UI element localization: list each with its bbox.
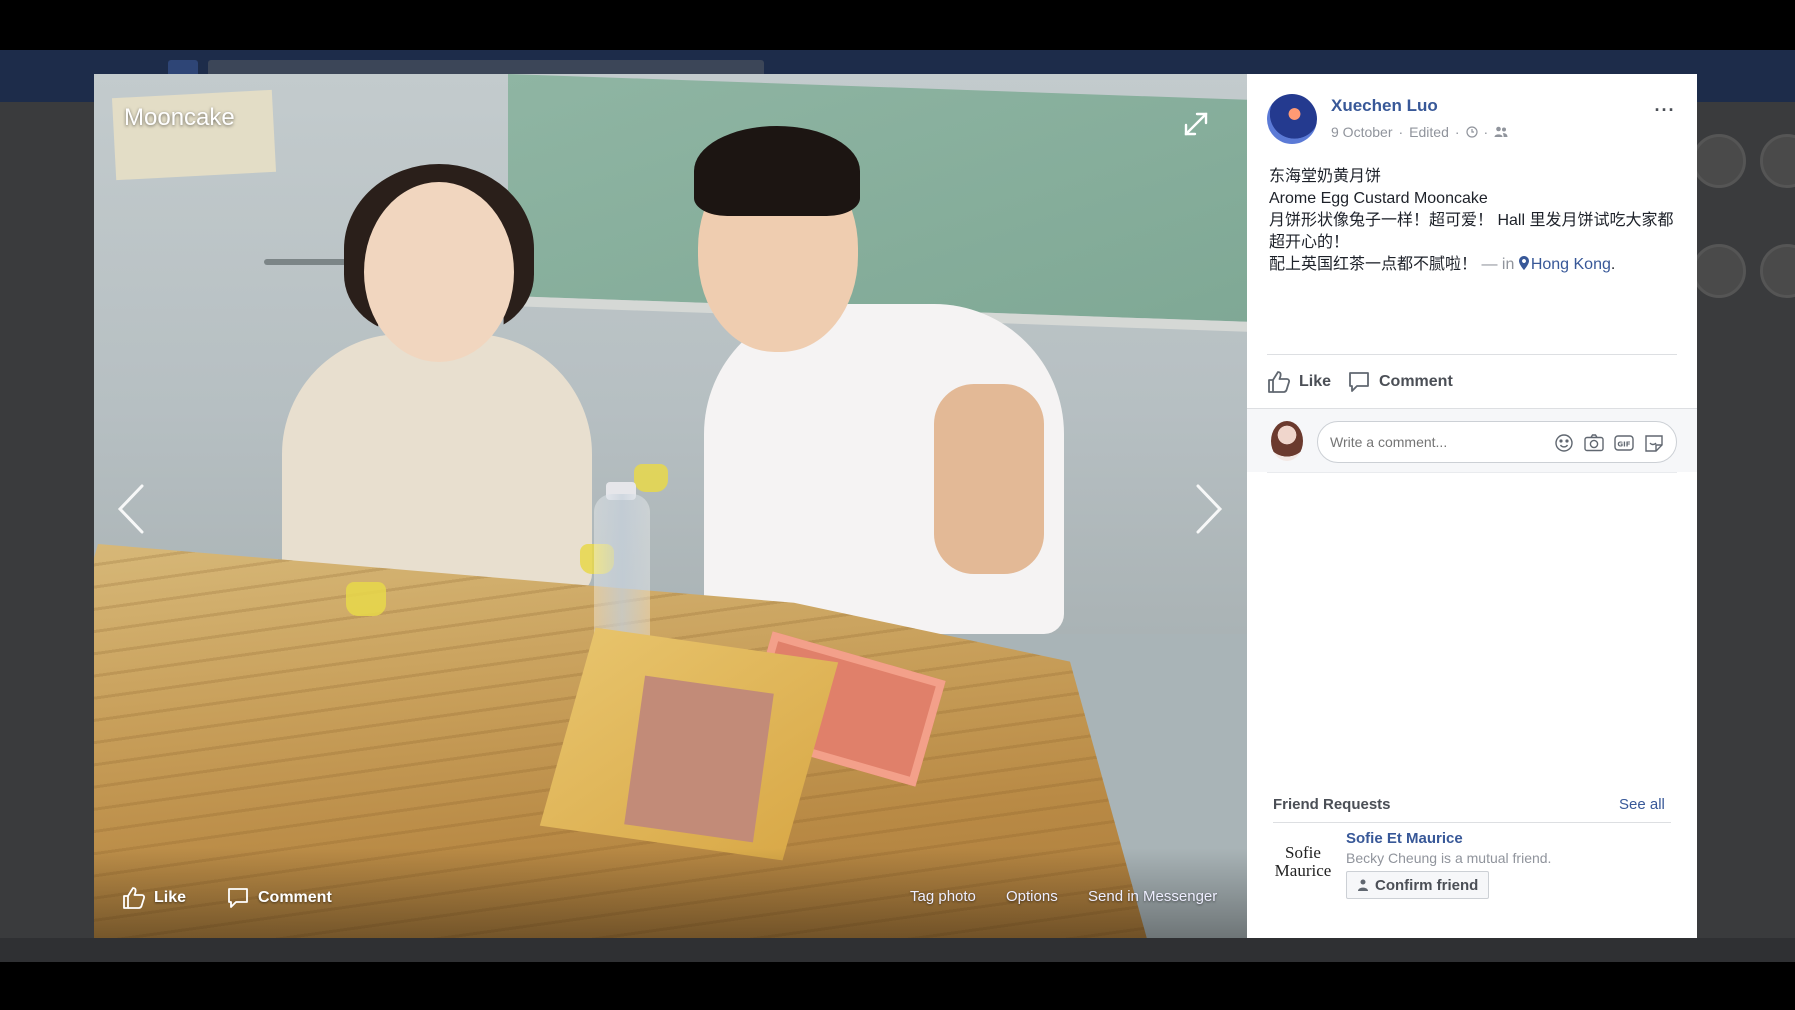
- current-user-avatar: [1271, 421, 1303, 461]
- options-link[interactable]: Options: [1006, 888, 1058, 905]
- friends-audience-icon[interactable]: [1494, 126, 1508, 138]
- post-date[interactable]: 9 October: [1331, 124, 1392, 140]
- comment-bubble-icon: [228, 888, 248, 908]
- photo-person-left-face: [364, 182, 514, 362]
- sticker-icon[interactable]: [1643, 433, 1665, 453]
- location-prefix: — in: [1477, 256, 1519, 273]
- post-text-line: 月饼形状像兔子一样！超可爱！ Hall 里发月饼试吃大家都超开心的！: [1269, 212, 1674, 251]
- friend-request-logo[interactable]: Sofie Maurice: [1273, 844, 1333, 894]
- comment-composer: GIF: [1247, 408, 1697, 472]
- thumbs-up-icon: [123, 887, 146, 909]
- like-label: Like: [1299, 373, 1332, 390]
- background-bottom-bar: [0, 938, 1795, 962]
- location-link[interactable]: Hong Kong: [1531, 256, 1611, 273]
- divider: [1273, 822, 1671, 823]
- location-pin-icon: [1518, 256, 1529, 270]
- friend-request-name[interactable]: Sofie Et Maurice: [1346, 830, 1463, 847]
- background-avatar: [1692, 244, 1746, 298]
- post-edited[interactable]: Edited: [1409, 124, 1449, 140]
- comment-bubble-icon: [1349, 372, 1369, 392]
- chevron-right-icon[interactable]: [1192, 482, 1226, 536]
- divider: [1267, 472, 1677, 473]
- meta-separator: ·: [1398, 124, 1404, 140]
- photo-mooncake-cup: [346, 582, 386, 616]
- comment-label: Comment: [1379, 373, 1453, 390]
- background-avatar: [1692, 134, 1746, 188]
- friend-requests-header: Friend Requests: [1273, 796, 1391, 813]
- camera-icon[interactable]: [1583, 433, 1605, 453]
- see-all-link[interactable]: See all: [1619, 796, 1665, 813]
- photo-box-card: [624, 675, 774, 843]
- clock-icon: [1465, 126, 1478, 138]
- more-options-icon[interactable]: ···: [1651, 100, 1679, 120]
- photo-like-label: Like: [154, 889, 187, 906]
- tag-photo-link[interactable]: Tag photo: [910, 888, 976, 905]
- like-button[interactable]: Like: [1267, 370, 1331, 394]
- expand-icon[interactable]: [1182, 110, 1210, 138]
- photo-like-button[interactable]: Like: [122, 886, 186, 910]
- post-text-line: 东海堂奶黄月饼: [1269, 168, 1382, 185]
- svg-text:GIF: GIF: [1617, 441, 1630, 449]
- confirm-friend-button[interactable]: Confirm friend: [1346, 871, 1490, 899]
- comment-attachments: GIF: [1553, 433, 1665, 453]
- chevron-left-icon[interactable]: [114, 482, 148, 536]
- post-text-line-location: 配上英国红茶一点都不腻啦！ — in Hong Kong.: [1269, 254, 1679, 276]
- photo-viewer[interactable]: Mooncake Like Comment Tag photo Options …: [94, 74, 1247, 938]
- post-meta: 9 October · Edited · ·: [1331, 124, 1508, 140]
- photo-comment-label: Comment: [258, 889, 332, 906]
- photo-person-left: [282, 334, 592, 594]
- friend-request-logo-text: Sofie Maurice: [1274, 843, 1332, 880]
- post-panel: Xuechen Luo 9 October · Edited · · ··· 东…: [1247, 74, 1697, 938]
- screen: Mooncake Like Comment Tag photo Options …: [0, 0, 1795, 1010]
- photo-title: Mooncake: [124, 104, 235, 131]
- meta-separator: ·: [1454, 124, 1460, 140]
- confirm-friend-label: Confirm friend: [1375, 876, 1479, 894]
- emoji-icon[interactable]: [1553, 433, 1575, 453]
- gif-icon[interactable]: GIF: [1613, 433, 1635, 453]
- location-suffix: .: [1610, 256, 1616, 273]
- thumbs-up-icon: [1268, 371, 1291, 393]
- post-text-line: 配上英国红茶一点都不腻啦！: [1269, 256, 1478, 273]
- photo-person-right-arm: [934, 384, 1044, 574]
- comment-button[interactable]: Comment: [1347, 370, 1453, 394]
- photo-person-right-hair: [694, 126, 860, 216]
- photo-chalkboard: [508, 74, 1247, 333]
- meta-separator: ·: [1483, 124, 1489, 140]
- post-text: 东海堂奶黄月饼 Arome Egg Custard Mooncake 月饼形状像…: [1269, 166, 1679, 276]
- author-avatar[interactable]: [1267, 94, 1317, 144]
- photo-mooncake-cup: [634, 464, 668, 492]
- divider: [1267, 354, 1677, 355]
- friend-request-mutual: Becky Cheung is a mutual friend.: [1346, 850, 1552, 866]
- post-text-line: Arome Egg Custard Mooncake: [1269, 190, 1488, 207]
- photo-comment-button[interactable]: Comment: [226, 886, 332, 910]
- author-name[interactable]: Xuechen Luo: [1331, 96, 1438, 116]
- send-in-messenger-link[interactable]: Send in Messenger: [1088, 888, 1217, 905]
- add-friend-icon: [1358, 879, 1368, 891]
